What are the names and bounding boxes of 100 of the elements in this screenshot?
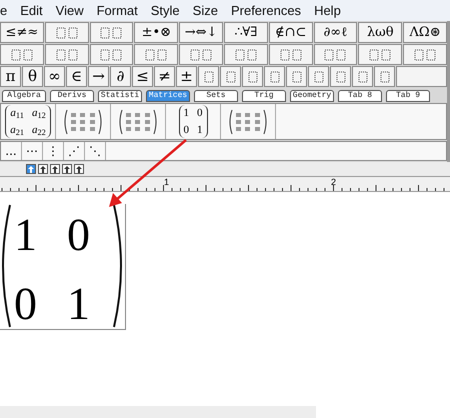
template-icon bbox=[145, 48, 168, 60]
symbol-palette-button[interactable]: θ bbox=[22, 66, 43, 87]
symbol-palette-button[interactable]: λωθ bbox=[358, 22, 402, 43]
symbol-palette-button[interactable]: ≠ bbox=[154, 66, 175, 87]
template-palette-button[interactable] bbox=[268, 44, 313, 65]
palette-tab[interactable]: Geometry bbox=[290, 90, 334, 102]
template-palette-button[interactable] bbox=[403, 44, 447, 65]
template-icon bbox=[270, 70, 280, 82]
symbol-palette-button[interactable]: ∉∩⊂ bbox=[268, 22, 313, 43]
template-palette-button[interactable] bbox=[90, 22, 134, 43]
ruler-label: 2 bbox=[331, 176, 336, 189]
matrix-cell-text: 0 bbox=[197, 106, 202, 121]
template-palette-button[interactable] bbox=[134, 44, 178, 65]
menu-item[interactable]: Size bbox=[192, 0, 218, 20]
template-icon bbox=[292, 70, 302, 82]
template-icon bbox=[100, 26, 122, 38]
dots-template-button[interactable]: ⋮ bbox=[43, 142, 64, 160]
menu-item[interactable]: View bbox=[56, 0, 84, 20]
palette-tab[interactable]: Algebra bbox=[2, 90, 46, 102]
template-palette-button[interactable] bbox=[330, 66, 351, 87]
template-icon bbox=[414, 48, 436, 60]
ruler-label: 1 bbox=[164, 176, 170, 189]
template-palette-button[interactable] bbox=[198, 66, 219, 87]
template-palette-button[interactable] bbox=[352, 66, 373, 87]
dots-template-button[interactable]: ... bbox=[1, 142, 22, 160]
nudge-button[interactable] bbox=[38, 164, 48, 174]
palette-tab[interactable]: Derivs bbox=[50, 90, 94, 102]
palette-tab[interactable]: Tab 8 bbox=[338, 90, 382, 102]
matrix-cell-text: 1 bbox=[197, 122, 202, 138]
matrix-entry: 0 bbox=[67, 210, 90, 260]
matrix-template-icon bbox=[228, 108, 268, 134]
symbol-palette-button[interactable]: ∂∞ℓ bbox=[314, 22, 358, 43]
template-icon bbox=[248, 70, 258, 82]
template-palette-button[interactable] bbox=[358, 44, 402, 65]
dots-template-button[interactable]: ⋯ bbox=[22, 142, 43, 160]
template-icon bbox=[380, 70, 390, 82]
matrix-entry: 1 bbox=[67, 278, 90, 329]
nudge-button[interactable] bbox=[26, 164, 36, 174]
template-icon bbox=[234, 48, 257, 60]
symbol-palette-button[interactable]: ≤ bbox=[132, 66, 153, 87]
menu-item[interactable]: Format bbox=[96, 0, 138, 20]
template-icon bbox=[280, 48, 302, 60]
symbol-palette-button[interactable]: ∈ bbox=[66, 66, 87, 87]
matrix-template-button[interactable]: 1 0 0 1 bbox=[166, 104, 221, 139]
nudge-button[interactable] bbox=[62, 164, 72, 174]
template-icon bbox=[226, 70, 236, 82]
matrix-template-button[interactable]: a$_{11}$ a$_{12}$ a$_{21}$ a$_{22}$ bbox=[1, 104, 56, 139]
nudge-button[interactable] bbox=[74, 164, 84, 174]
matrix-entry: 0 bbox=[14, 278, 37, 329]
symbol-palette-button[interactable]: → bbox=[88, 66, 109, 87]
template-palette-button[interactable] bbox=[220, 66, 241, 87]
template-palette-button[interactable] bbox=[44, 44, 89, 65]
palette-tab[interactable]: Tab 9 bbox=[386, 90, 430, 102]
template-palette-button[interactable] bbox=[242, 66, 263, 87]
palette-tab[interactable]: Trig bbox=[242, 90, 286, 102]
matrix-cell-text: 1 bbox=[184, 106, 189, 121]
template-icon bbox=[190, 48, 212, 60]
template-palette-button[interactable] bbox=[286, 66, 307, 87]
menu-item[interactable]: Style bbox=[150, 0, 180, 20]
template-icon bbox=[314, 70, 324, 82]
dots-template-button[interactable]: ⋱ bbox=[85, 142, 106, 160]
template-palette-button[interactable] bbox=[224, 44, 268, 65]
symbol-palette-button[interactable]: ∞ bbox=[44, 66, 65, 87]
template-palette-button[interactable] bbox=[308, 66, 329, 87]
symbol-palette-button[interactable]: ∴∀∃ bbox=[224, 22, 268, 43]
template-icon bbox=[358, 70, 368, 82]
symbol-palette-button[interactable]: →⇔↓ bbox=[179, 22, 223, 43]
matrix-cell-text: a$_{12}$ bbox=[32, 106, 46, 122]
template-icon bbox=[100, 48, 122, 60]
template-icon bbox=[369, 48, 392, 60]
palette-tab[interactable]: Statisti bbox=[98, 90, 142, 102]
palette-tab[interactable]: Sets bbox=[194, 90, 238, 102]
matrix-cell-text: a$_{11}$ bbox=[10, 106, 24, 122]
matrix-template-icon bbox=[63, 108, 103, 134]
template-palette-button[interactable] bbox=[0, 44, 44, 65]
symbol-palette-button[interactable]: π bbox=[0, 66, 21, 87]
template-icon bbox=[56, 26, 78, 38]
nudge-button[interactable] bbox=[50, 164, 60, 174]
dots-template-button[interactable]: ⋰ bbox=[64, 142, 85, 160]
menu-item[interactable]: e bbox=[0, 0, 8, 20]
symbol-palette-button[interactable]: ± bbox=[176, 66, 197, 87]
menu-item[interactable]: Edit bbox=[20, 0, 43, 20]
template-palette-button[interactable] bbox=[179, 44, 223, 65]
template-icon bbox=[56, 48, 78, 60]
matrix-cell-text: a$_{21}$ bbox=[10, 122, 24, 138]
template-palette-button[interactable] bbox=[264, 66, 285, 87]
menu-item[interactable]: Help bbox=[314, 0, 341, 20]
symbol-palette-button[interactable]: ΛΩ⊛ bbox=[403, 22, 447, 43]
matrix-cell-text: 0 bbox=[184, 122, 189, 138]
template-palette-button[interactable] bbox=[374, 66, 395, 87]
template-palette-button[interactable] bbox=[314, 44, 358, 65]
symbol-palette-button[interactable]: ±•⊗ bbox=[134, 22, 178, 43]
symbol-palette-button[interactable]: ∂ bbox=[110, 66, 131, 87]
template-palette-button[interactable] bbox=[90, 44, 134, 65]
template-palette-button[interactable] bbox=[44, 22, 89, 43]
template-icon bbox=[336, 70, 346, 82]
template-icon bbox=[204, 70, 214, 82]
symbol-palette-button[interactable]: ≤≠≈ bbox=[0, 22, 44, 43]
template-icon bbox=[324, 48, 346, 60]
menu-item[interactable]: Preferences bbox=[230, 0, 302, 20]
